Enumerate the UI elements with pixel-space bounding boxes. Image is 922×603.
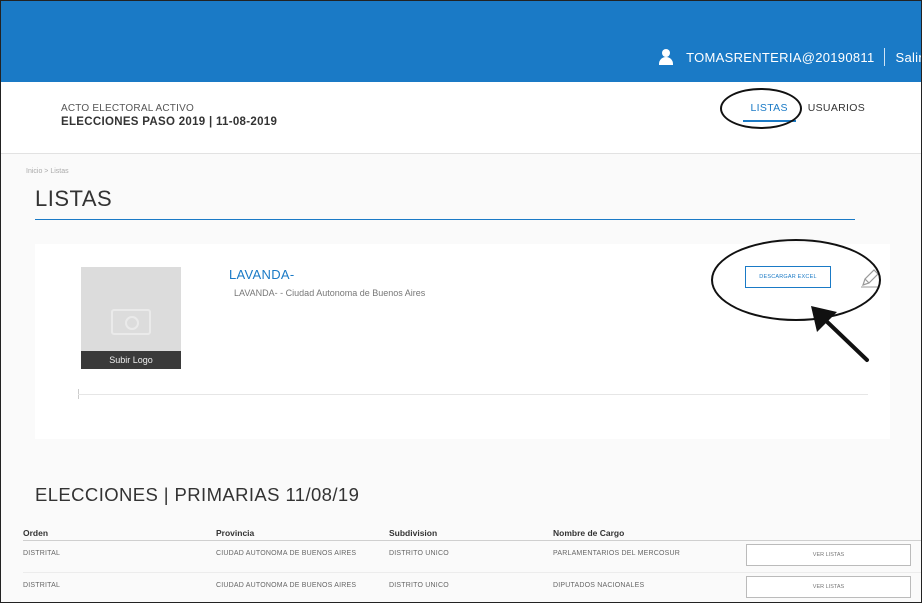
acto-label: ACTO ELECTORAL ACTIVO: [61, 103, 194, 114]
acto-title: ELECCIONES PASO 2019 | 11-08-2019: [61, 116, 278, 128]
table-row: DISTRITAL CIUDAD AUTONOMA DE BUENOS AIRE…: [23, 572, 921, 602]
annotation-circle-listas: [720, 88, 802, 129]
cell-orden: DISTRITAL: [23, 582, 61, 589]
card-divider: [78, 394, 868, 395]
upload-logo-button[interactable]: Subir Logo: [81, 351, 181, 369]
user-area: TOMASRENTERIA@20190811 Salir: [658, 46, 921, 68]
page-title: LISTAS: [35, 186, 113, 211]
top-bar: TOMASRENTERIA@20190811 Salir: [1, 1, 921, 82]
section-title: ELECCIONES | PRIMARIAS 11/08/19: [35, 484, 360, 505]
column-header-cargo: Nombre de Cargo: [553, 528, 625, 538]
logout-link[interactable]: Salir: [895, 50, 921, 65]
photo-icon: [111, 309, 151, 335]
app-frame: TOMASRENTERIA@20190811 Salir ACTO ELECTO…: [0, 0, 922, 603]
annotation-arrow-icon: [811, 306, 869, 362]
ver-listas-button[interactable]: VER LISTAS: [746, 544, 911, 566]
lista-name: LAVANDA-: [229, 267, 295, 282]
user-name[interactable]: TOMASRENTERIA@20190811: [686, 50, 874, 65]
cell-orden: DISTRITAL: [23, 550, 61, 557]
cell-subdivision: DISTRITO UNICO: [389, 550, 449, 557]
user-icon: [658, 49, 674, 65]
breadcrumb[interactable]: Inicio > Listas: [26, 168, 69, 175]
column-header-provincia: Provincia: [216, 528, 255, 538]
tab-usuarios[interactable]: USUARIOS: [800, 100, 873, 122]
cell-cargo: DIPUTADOS NACIONALES: [553, 582, 645, 589]
title-underline: [35, 219, 855, 220]
cell-cargo: PARLAMENTARIOS DEL MERCOSUR: [553, 550, 681, 557]
column-header-subdivision: Subdivision: [389, 528, 438, 538]
table-row: DISTRITAL CIUDAD AUTONOMA DE BUENOS AIRE…: [23, 540, 921, 572]
lista-subtitle: LAVANDA- - Ciudad Autonoma de Buenos Air…: [234, 288, 426, 298]
cell-provincia: CIUDAD AUTONOMA DE BUENOS AIRES: [216, 550, 357, 557]
column-header-orden: Orden: [23, 528, 49, 538]
cell-subdivision: DISTRITO UNICO: [389, 582, 449, 589]
ver-listas-button[interactable]: VER LISTAS: [746, 576, 911, 598]
user-separator: [884, 48, 886, 66]
cell-provincia: CIUDAD AUTONOMA DE BUENOS AIRES: [216, 582, 357, 589]
